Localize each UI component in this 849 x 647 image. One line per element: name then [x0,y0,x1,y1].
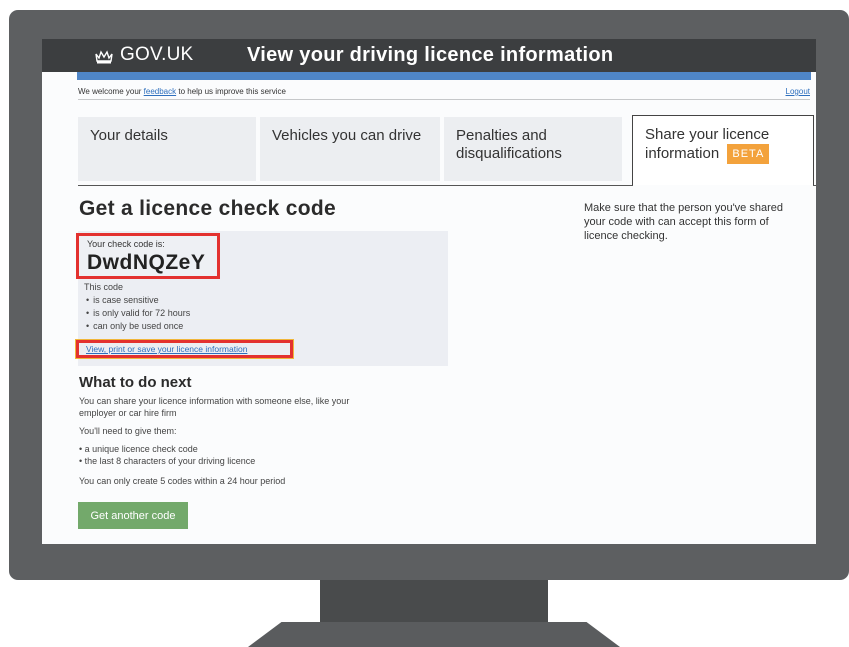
requirements-list: a unique licence check code the last 8 c… [79,443,369,467]
tab-vehicles-you-can-drive[interactable]: Vehicles you can drive [260,117,440,181]
check-code-highlight: Your check code is: DwdNQZeY [76,233,220,279]
monitor-stand-neck [320,580,548,626]
check-code-intro: Your check code is: [87,239,165,249]
phase-banner: We welcome your feedback to help us impr… [78,87,810,96]
tabs-underline [78,185,633,186]
monitor-frame: GOV.UK View your driving licence informa… [9,10,849,580]
tab-list: Your details Vehicles you can drive Pena… [78,103,816,187]
phase-banner-text-after: to help us improve this service [176,87,286,96]
get-another-code-button[interactable]: Get another code [78,502,188,529]
next-paragraph: You can only create 5 codes within a 24 … [79,476,286,486]
list-item: is case sensitive [93,294,190,307]
crown-icon [95,50,113,64]
next-paragraph: You'll need to give them: [79,426,177,436]
tab-your-details[interactable]: Your details [78,117,256,181]
feedback-link[interactable]: feedback [144,87,176,96]
check-code-notes-intro: This code [84,282,124,292]
govuk-header: GOV.UK View your driving licence informa… [42,39,816,72]
check-code-notes: This code is case sensitive is only vali… [84,281,190,333]
side-note: Make sure that the person you've shared … [584,202,783,242]
view-print-save-link[interactable]: View, print or save your licence informa… [86,344,247,354]
next-paragraph: You can share your licence information w… [79,396,350,418]
page-title: Get a licence check code [79,197,336,220]
monitor-screen: GOV.UK View your driving licence informa… [42,39,816,544]
header-accent-bar [77,72,811,80]
beta-badge: BETA [727,144,770,164]
what-to-do-next-heading: What to do next [79,374,192,391]
check-code-value: DwdNQZeY [87,251,206,274]
list-item: the last 8 characters of your driving li… [79,455,369,467]
check-code-notes-list: is case sensitive is only valid for 72 h… [84,294,190,333]
monitor-stand-base [248,622,620,647]
list-item: can only be used once [93,320,190,333]
list-item: a unique licence check code [79,443,369,455]
list-item: is only valid for 72 hours [93,307,190,320]
govuk-logo[interactable]: GOV.UK [120,44,193,66]
tab-penalties-and-disqualifications[interactable]: Penalties and disqualifications [444,117,622,181]
service-title[interactable]: View your driving licence information [247,44,613,67]
divider [78,99,810,100]
logout-link[interactable]: Logout [786,87,810,96]
tab-share-your-licence-information[interactable]: Share your licence information BETA [632,115,814,185]
view-link-highlight: View, print or save your licence informa… [75,339,294,359]
tabs-underline-right [813,185,816,186]
phase-banner-text-before: We welcome your [78,87,144,96]
what-to-do-next-body: You can share your licence information w… [79,395,369,493]
